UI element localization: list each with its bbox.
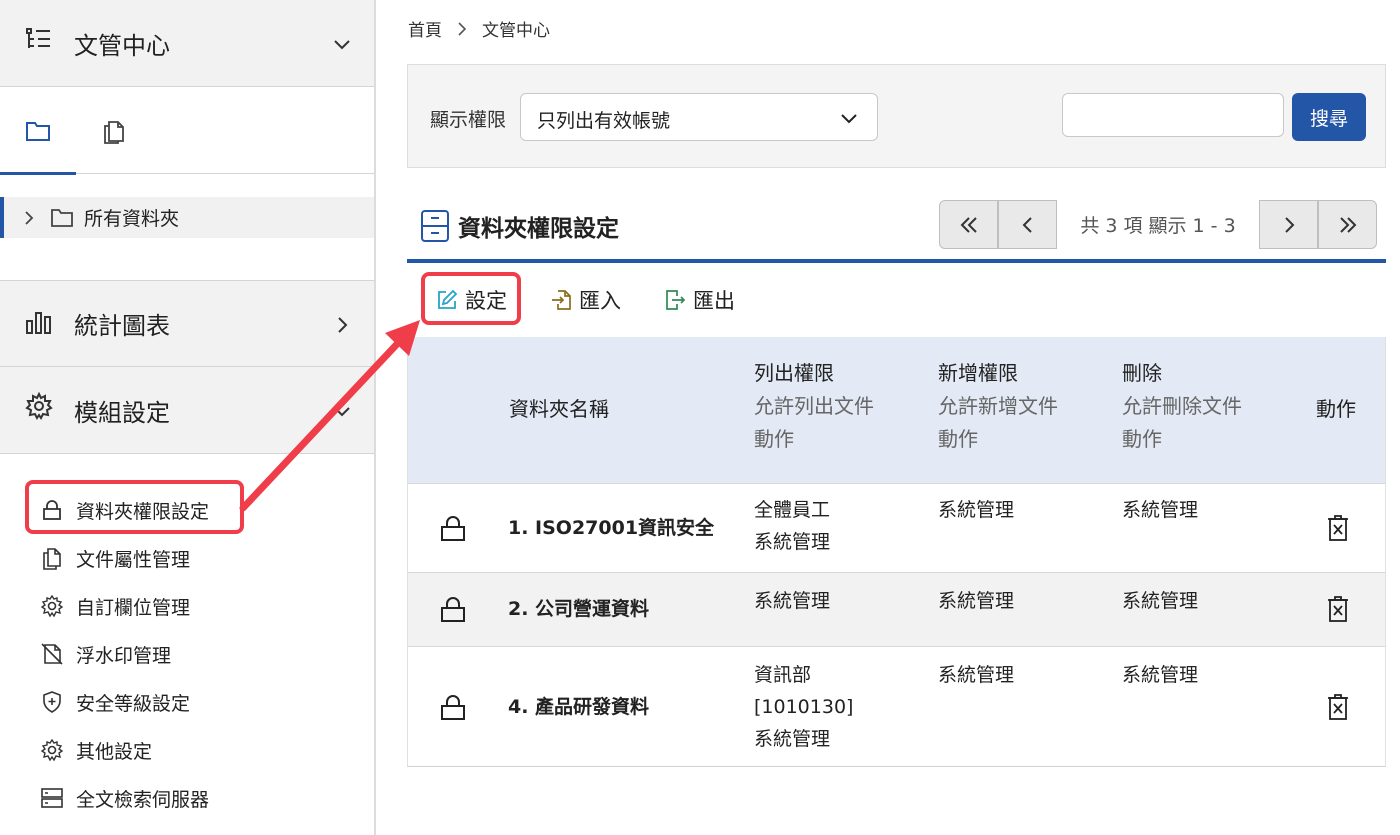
permissions-table: 資料夾名稱 列出權限 允許列出文件 動作 新增權限 允許新增文件 動作 刪除 允… [407, 337, 1386, 767]
menu-item-watermark[interactable]: 浮水印管理 [28, 632, 171, 676]
prev-page-button[interactable] [998, 200, 1057, 249]
lock-icon [441, 597, 465, 622]
chevron-right-icon[interactable] [22, 209, 36, 227]
section-title: 資料夾權限設定 [420, 206, 619, 246]
menu-item-fulltext-server[interactable]: 全文檢索伺服器 [28, 776, 209, 820]
shield-icon [43, 691, 61, 713]
double-chevron-right-icon [1339, 216, 1356, 233]
toolbar: 設定 匯入 匯出 [407, 263, 1386, 337]
tab-folders[interactable] [0, 88, 76, 175]
delete-permission: 系統管理 [1122, 499, 1199, 521]
tree-list-icon [26, 28, 50, 48]
table-row[interactable]: 4. 產品研發資料 資訊部 [1010130] 系統管理 系統管理 系統管理 [408, 646, 1385, 766]
chevron-right-icon [1284, 216, 1294, 233]
permission-select-value: 只列出有效帳號 [537, 110, 671, 132]
doc-center-title: 文管中心 [74, 31, 170, 60]
add-permission: 系統管理 [938, 590, 1015, 612]
export-icon [666, 290, 686, 310]
tree-item-label: 所有資料夾 [84, 208, 180, 230]
folder-icon [51, 208, 73, 227]
list-permission: 全體員工 系統管理 [754, 499, 831, 553]
stats-title: 統計圖表 [74, 312, 170, 340]
lock-icon [441, 516, 465, 541]
breadcrumb-home[interactable]: 首頁 [408, 16, 442, 41]
stats-header[interactable]: 統計圖表 [0, 280, 374, 367]
documents-icon [104, 121, 124, 144]
export-button[interactable]: 匯出 [663, 283, 735, 317]
menu-item-document-attributes[interactable]: 文件屬性管理 [28, 536, 190, 580]
sidebar: 文管中心 所有資料夾 統計圖表 模組設定 資料夾權限設定 文件屬性管理 自訂欄位… [0, 0, 376, 835]
permission-select[interactable]: 只列出有效帳號 [520, 93, 878, 141]
chevron-down-icon[interactable] [332, 401, 352, 421]
table-row[interactable]: 1. ISO27001資訊安全 全體員工 系統管理 系統管理 系統管理 [408, 483, 1385, 572]
watermark-icon [41, 643, 63, 665]
chevron-left-icon [1022, 216, 1032, 233]
module-settings-header[interactable]: 模組設定 [0, 366, 374, 454]
highlight-box-set [421, 272, 521, 325]
add-permission: 系統管理 [938, 499, 1015, 521]
chevron-down-icon[interactable] [332, 34, 352, 54]
filter-label: 顯示權限 [430, 109, 507, 131]
highlight-box-menu [25, 480, 244, 534]
lock-icon [441, 695, 465, 720]
menu-item-custom-fields[interactable]: 自訂欄位管理 [28, 584, 190, 628]
folder-icon [26, 122, 50, 141]
tree-item-all-folders[interactable]: 所有資料夾 [0, 197, 374, 238]
table-row[interactable]: 2. 公司營運資料 系統管理 系統管理 系統管理 [408, 572, 1385, 646]
list-permission: 資訊部 [1010130] 系統管理 [754, 664, 854, 750]
filter-panel: 顯示權限 只列出有效帳號 搜尋 [407, 64, 1386, 168]
gear-icon [25, 391, 53, 420]
export-button-label: 匯出 [693, 289, 735, 313]
documents-icon [43, 548, 61, 570]
delete-icon[interactable] [1326, 595, 1350, 623]
menu-item-other-settings[interactable]: 其他設定 [28, 728, 152, 772]
chevron-right-icon[interactable] [332, 315, 352, 335]
section-title-label: 資料夾權限設定 [458, 216, 619, 242]
last-page-button[interactable] [1318, 200, 1377, 249]
delete-icon[interactable] [1326, 693, 1350, 721]
search-input[interactable] [1062, 93, 1284, 137]
import-icon [552, 290, 571, 310]
tab-documents[interactable] [76, 88, 152, 174]
col-list-permission[interactable]: 列出權限 允許列出文件 動作 [754, 357, 874, 456]
gear-icon [40, 738, 64, 762]
folder-name: 4. 產品研發資料 [508, 696, 650, 718]
delete-permission: 系統管理 [1122, 590, 1199, 612]
import-button-label: 匯入 [579, 289, 621, 313]
server-icon [41, 788, 63, 808]
col-action: 動作 [1316, 397, 1356, 421]
col-delete[interactable]: 刪除 允許刪除文件 動作 [1122, 357, 1242, 456]
chevron-down-icon [841, 114, 857, 124]
folder-name: 1. ISO27001資訊安全 [508, 517, 715, 539]
module-settings-title: 模組設定 [74, 398, 170, 427]
table-header: 資料夾名稱 列出權限 允許列出文件 動作 新增權限 允許新增文件 動作 刪除 允… [408, 337, 1385, 483]
breadcrumb: 首頁 文管中心 [408, 16, 550, 41]
bar-chart-icon [26, 312, 51, 334]
chevron-right-icon [458, 21, 467, 36]
list-permission: 系統管理 [754, 590, 831, 612]
col-folder-name[interactable]: 資料夾名稱 [509, 393, 609, 426]
delete-icon[interactable] [1326, 514, 1350, 542]
sidebar-tabs [0, 88, 374, 175]
col-add-permission[interactable]: 新增權限 允許新增文件 動作 [938, 357, 1058, 456]
menu-item-security-level[interactable]: 安全等級設定 [28, 680, 190, 724]
first-page-button[interactable] [939, 200, 998, 249]
pager-info: 共 3 項 顯示 1 - 3 [1080, 215, 1236, 237]
next-page-button[interactable] [1259, 200, 1318, 249]
double-chevron-left-icon [960, 216, 977, 233]
breadcrumb-current: 文管中心 [482, 21, 550, 41]
pager: 共 3 項 顯示 1 - 3 [939, 200, 1377, 249]
import-button[interactable]: 匯入 [549, 283, 621, 317]
add-permission: 系統管理 [938, 664, 1015, 686]
folder-name: 2. 公司營運資料 [508, 598, 650, 620]
gear-icon [40, 594, 64, 618]
delete-permission: 系統管理 [1122, 664, 1199, 686]
search-button[interactable]: 搜尋 [1292, 93, 1366, 141]
file-cabinet-icon [421, 210, 449, 242]
doc-center-header[interactable]: 文管中心 [0, 0, 374, 87]
